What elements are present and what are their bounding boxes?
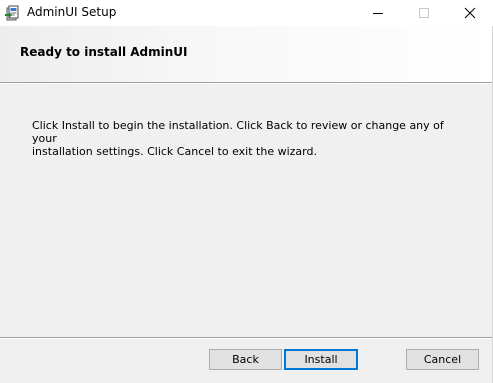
back-button[interactable]: Back xyxy=(209,349,282,370)
instructions-line-1: Click Install to begin the installation.… xyxy=(32,119,444,145)
footer-divider-highlight xyxy=(0,338,493,339)
title-bar[interactable]: AdminUI Setup xyxy=(0,0,493,26)
cancel-button[interactable]: Cancel xyxy=(406,349,479,370)
minimize-icon xyxy=(373,13,383,14)
header-banner: Ready to install AdminUI xyxy=(0,26,493,82)
page-title: Ready to install AdminUI xyxy=(20,45,188,59)
header-divider-highlight xyxy=(0,83,493,84)
instructions-line-2: installation settings. Click Cancel to e… xyxy=(32,145,317,158)
close-icon xyxy=(464,7,476,19)
close-button[interactable] xyxy=(447,0,493,26)
install-button[interactable]: Install xyxy=(284,349,358,370)
setup-window: AdminUI Setup Ready to install AdminUI C… xyxy=(0,0,493,383)
maximize-button[interactable] xyxy=(401,0,447,26)
installer-package-icon xyxy=(4,4,22,22)
maximize-icon xyxy=(419,8,429,18)
window-title: AdminUI Setup xyxy=(27,5,117,19)
instructions-text: Click Install to begin the installation.… xyxy=(32,119,452,158)
minimize-button[interactable] xyxy=(355,0,401,26)
